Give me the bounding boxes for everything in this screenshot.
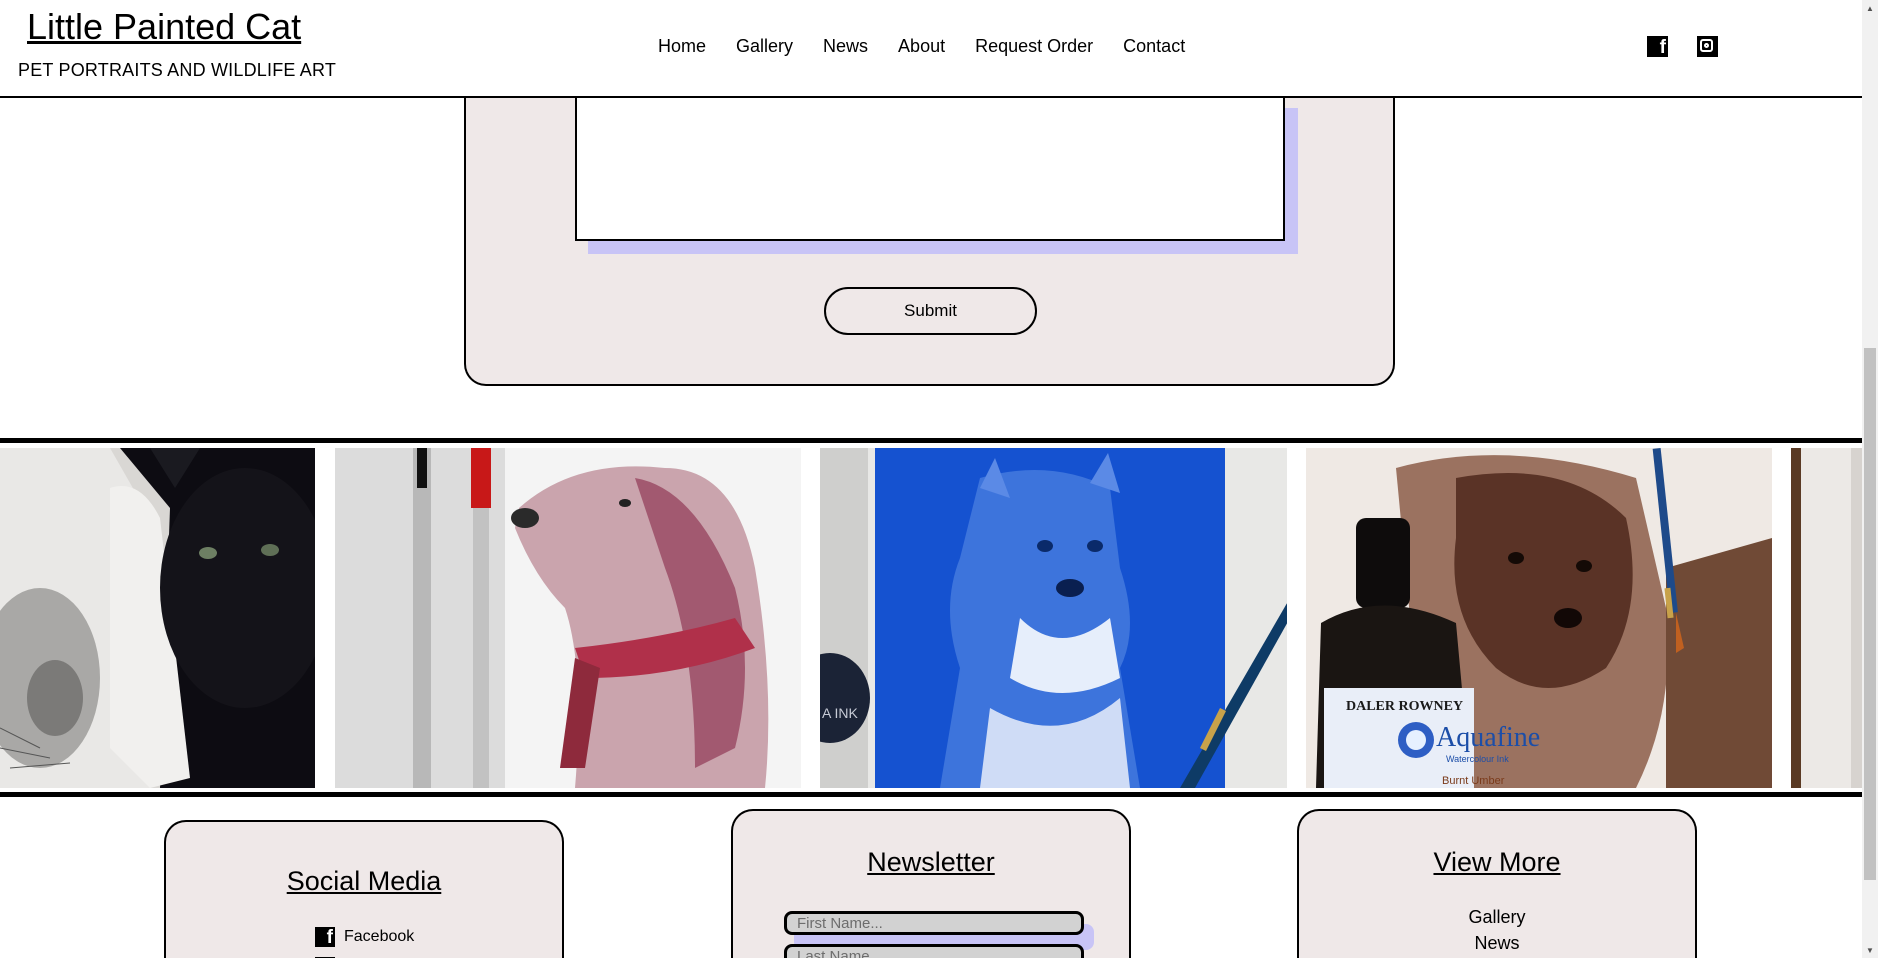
- gallery-strip: A INK DALER ROWNEY Aquafine Watercolour …: [0, 448, 1862, 788]
- nav-home[interactable]: Home: [658, 36, 706, 57]
- social-media-title: Social Media: [286, 866, 442, 896]
- nav-contact[interactable]: Contact: [1123, 36, 1185, 57]
- gallery-top-rule: [0, 438, 1862, 443]
- instagram-icon[interactable]: [1697, 36, 1718, 57]
- site-header: Little Painted Cat PET PORTRAITS AND WIL…: [0, 0, 1862, 98]
- gallery-image-partial[interactable]: [1791, 448, 1862, 788]
- first-name-input[interactable]: First Name...: [784, 911, 1084, 935]
- view-more-news-link[interactable]: News: [1299, 930, 1695, 956]
- scroll-up-icon[interactable]: ▲: [1862, 0, 1878, 16]
- last-name-input[interactable]: Last Name...: [784, 944, 1084, 958]
- view-more-links: Gallery News: [1299, 904, 1695, 956]
- view-more-title: View More: [1433, 847, 1561, 877]
- main-nav: Home Gallery News About Request Order Co…: [658, 36, 1215, 57]
- nav-gallery[interactable]: Gallery: [736, 36, 793, 57]
- nav-news[interactable]: News: [823, 36, 868, 57]
- gallery-image-spaniel[interactable]: [335, 448, 801, 788]
- newsletter-title: Newsletter: [867, 847, 995, 877]
- nav-about[interactable]: About: [898, 36, 945, 57]
- gallery-image-sepia-dog[interactable]: DALER ROWNEY Aquafine Watercolour Ink Bu…: [1306, 448, 1772, 788]
- scroll-down-icon[interactable]: ▼: [1862, 942, 1878, 958]
- scroll-thumb[interactable]: [1864, 348, 1876, 880]
- social-media-card: Social Media f Facebook: [164, 820, 564, 958]
- gallery-image-cat[interactable]: [0, 448, 315, 788]
- footer-facebook-link[interactable]: f Facebook: [315, 927, 414, 947]
- header-social-links: f: [1647, 36, 1718, 57]
- ink-color: Burnt Umber: [1442, 775, 1505, 787]
- submit-button[interactable]: Submit: [824, 287, 1037, 335]
- view-more-card: View More Gallery News: [1297, 809, 1697, 958]
- site-tagline: PET PORTRAITS AND WILDLIFE ART: [18, 60, 337, 80]
- ink-jar-label: A INK: [822, 705, 858, 721]
- vertical-scrollbar[interactable]: ▲ ▼: [1862, 0, 1878, 958]
- ink-product: Aquafine: [1436, 722, 1540, 753]
- nav-request-order[interactable]: Request Order: [975, 36, 1093, 57]
- gallery-bottom-rule: [0, 792, 1862, 797]
- ink-brand: DALER ROWNEY: [1346, 699, 1463, 714]
- facebook-icon: f: [315, 927, 335, 947]
- facebook-icon[interactable]: f: [1647, 36, 1668, 57]
- view-more-gallery-link[interactable]: Gallery: [1299, 904, 1695, 930]
- facebook-label: Facebook: [344, 928, 415, 945]
- page: Little Painted Cat PET PORTRAITS AND WIL…: [0, 0, 1862, 958]
- newsletter-card: Newsletter First Name... Last Name...: [731, 809, 1131, 958]
- ink-sub: Watercolour Ink: [1446, 754, 1509, 764]
- message-textarea[interactable]: [575, 96, 1285, 241]
- gallery-image-blue-dog[interactable]: A INK: [820, 448, 1287, 788]
- site-title-link[interactable]: Little Painted Cat: [27, 6, 301, 48]
